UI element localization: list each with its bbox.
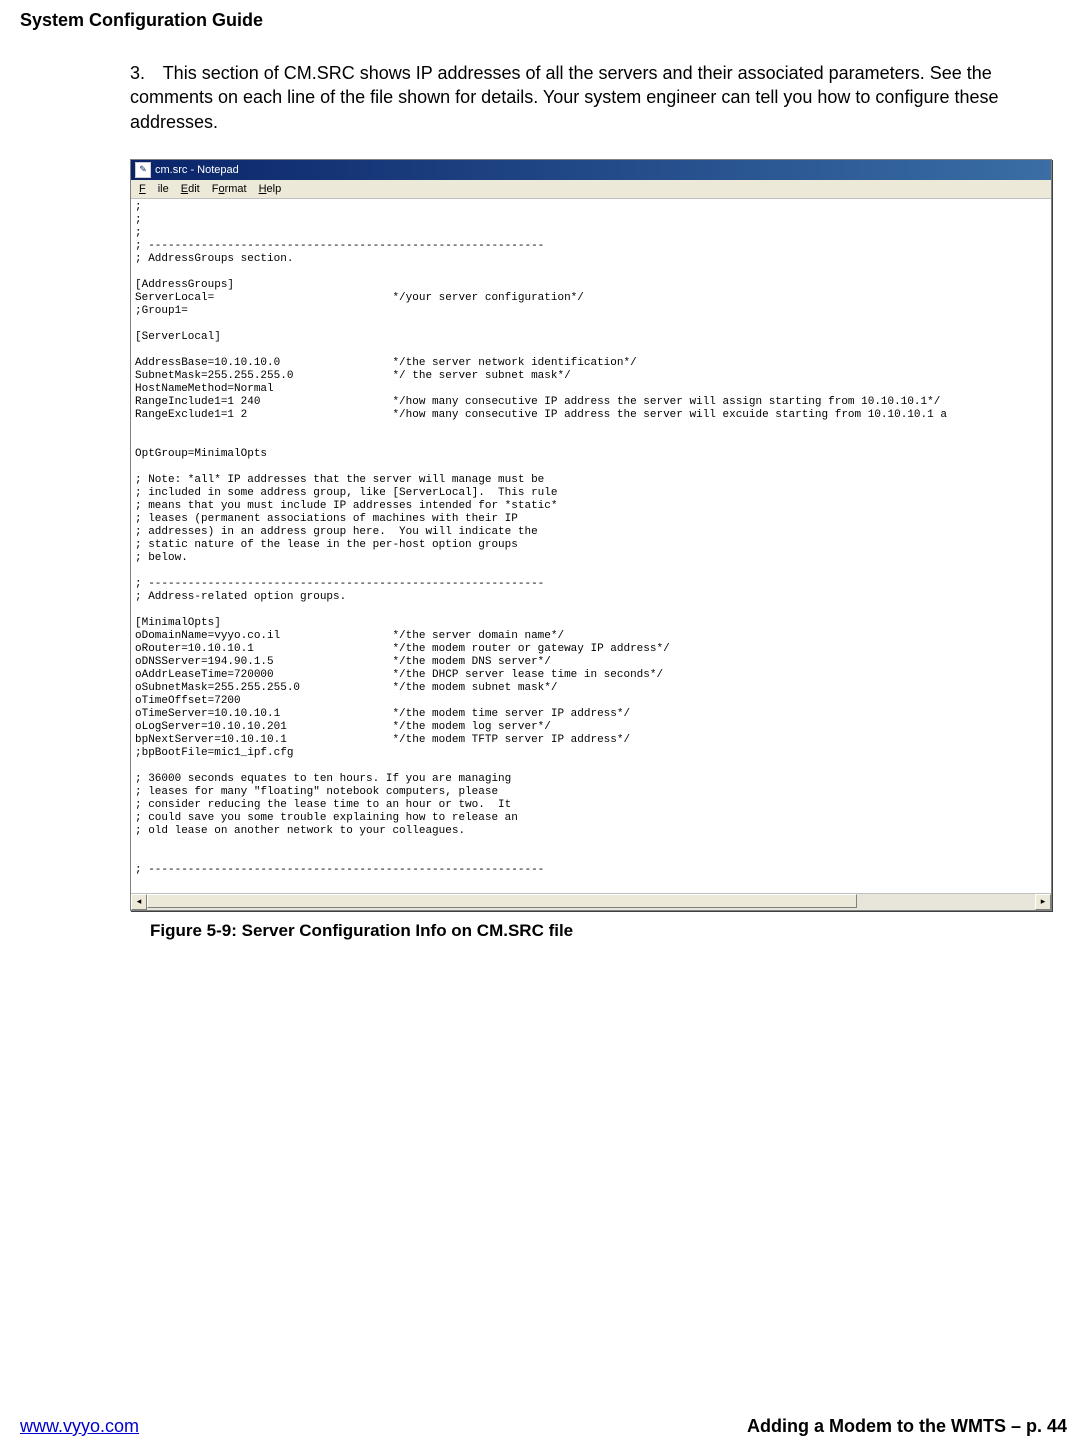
notepad-icon: ✎ <box>135 162 151 178</box>
scroll-right-icon[interactable]: ▸ <box>1035 894 1051 910</box>
figure-caption: Figure 5-9: Server Configuration Info on… <box>150 921 1067 941</box>
text-editor-area[interactable]: ; ; ; ; --------------------------------… <box>131 199 1051 893</box>
scroll-track[interactable] <box>147 894 1035 910</box>
scroll-thumb[interactable] <box>147 894 857 908</box>
menu-bar: File Edit Format Help <box>131 180 1051 199</box>
horizontal-scrollbar[interactable]: ◂ ▸ <box>131 893 1051 910</box>
menu-help[interactable]: Help <box>253 183 288 195</box>
footer-page-info: Adding a Modem to the WMTS – p. 44 <box>747 1416 1067 1437</box>
scroll-left-icon[interactable]: ◂ <box>131 894 147 910</box>
page-title: System Configuration Guide <box>20 10 1067 31</box>
window-title: cm.src - Notepad <box>155 164 239 176</box>
list-number: 3. <box>130 61 158 85</box>
page-footer: www.vyyo.com Adding a Modem to the WMTS … <box>20 1416 1067 1437</box>
instruction-paragraph: 3. This section of CM.SRC shows IP addre… <box>130 61 1007 134</box>
paragraph-text: This section of CM.SRC shows IP addresse… <box>130 63 999 132</box>
notepad-window: ✎ cm.src - Notepad File Edit Format Help… <box>130 159 1052 911</box>
window-titlebar: ✎ cm.src - Notepad <box>131 160 1051 180</box>
menu-file[interactable]: File <box>133 183 175 195</box>
menu-format[interactable]: Format <box>206 183 253 195</box>
footer-link[interactable]: www.vyyo.com <box>20 1416 139 1437</box>
menu-edit[interactable]: Edit <box>175 183 206 195</box>
